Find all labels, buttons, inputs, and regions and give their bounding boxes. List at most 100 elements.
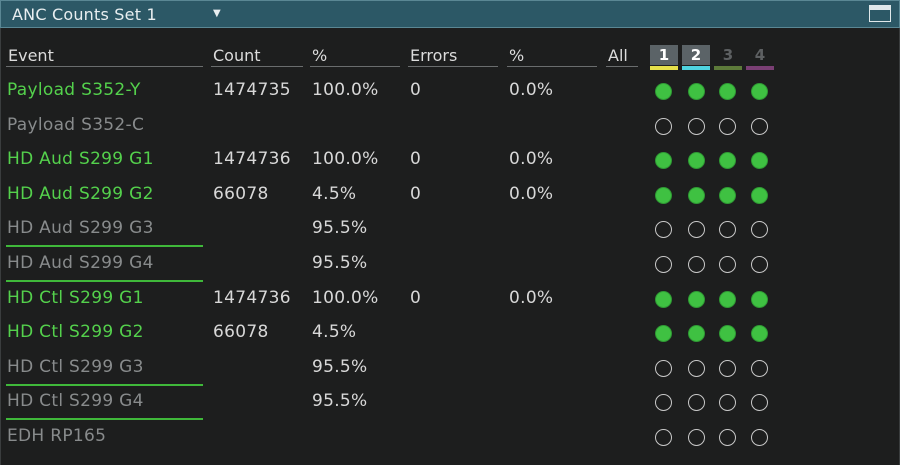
channel-4-status-icon (751, 83, 768, 100)
window-title: ANC Counts Set 1 (12, 5, 157, 24)
channel-4-status-icon (751, 186, 768, 204)
channel-1-status-icon (655, 394, 672, 412)
channel-1-status-icon (655, 152, 672, 170)
count-percent: 95.5% (312, 253, 368, 273)
errors-percent: 0.0% (509, 287, 554, 308)
count-percent: 95.5% (312, 356, 368, 377)
count-percent: 95.5% (312, 218, 368, 239)
channel-1-status-icon (655, 221, 672, 239)
channel-1-toggle[interactable]: 1 (650, 45, 678, 65)
count-value: 1474736 (213, 287, 291, 308)
table-row[interactable]: HD Aud S299 G4 95.5% (0, 253, 900, 287)
table-row[interactable]: EDH RP165 (0, 426, 900, 460)
channel-4-toggle[interactable]: 4 (746, 45, 774, 65)
table-row[interactable]: HD Aud S299 G1 1474736 100.0% 0 0.0% (0, 149, 900, 183)
channel-1-color-bar (650, 66, 678, 70)
maximize-icon[interactable] (869, 5, 891, 22)
count-percent: 4.5% (312, 183, 357, 204)
channel-1-status-icon (655, 359, 672, 377)
event-underline (6, 383, 203, 386)
table-row[interactable]: HD Aud S299 G2 66078 4.5% 0 0.0% (0, 184, 900, 218)
count-value: 66078 (213, 183, 269, 204)
table-row[interactable]: HD Ctl S299 G2 66078 4.5% (0, 322, 900, 356)
event-underline (6, 280, 203, 282)
channel-2-status-icon (688, 290, 705, 308)
channel-4-status-icon (751, 290, 768, 308)
event-underline (6, 418, 203, 421)
event-name: HD Ctl S299 G1 (7, 287, 144, 308)
errors-value: 0 (410, 287, 422, 308)
channel-1-status-icon (655, 83, 672, 100)
channel-2-status-icon (688, 325, 705, 343)
table-row[interactable]: HD Aud S299 G3 95.5% (0, 218, 900, 252)
channel-1-status-icon (655, 290, 672, 308)
event-name: EDH RP165 (7, 426, 107, 446)
channel-3-status-icon (719, 186, 736, 204)
channel-3-toggle[interactable]: 3 (714, 45, 742, 65)
channel-4-status-icon (751, 359, 768, 377)
event-name: HD Aud S299 G4 (7, 253, 154, 273)
channel-3-status-icon (719, 429, 736, 446)
table-row[interactable]: Payload S352-Y 1474735 100.0% 0 0.0% (0, 80, 900, 114)
header-percent-line (310, 66, 400, 67)
errors-value: 0 (410, 183, 422, 204)
channel-3-status-icon (719, 290, 736, 308)
table-row[interactable]: HD Ctl S299 G1 1474736 100.0% 0 0.0% (0, 288, 900, 322)
channel-2-toggle[interactable]: 2 (682, 45, 710, 65)
channel-2-status-icon (688, 359, 705, 377)
table-row[interactable]: HD Ctl S299 G3 95.5% (0, 357, 900, 391)
event-name: HD Aud S299 G1 (7, 149, 154, 170)
header-all[interactable]: All (608, 46, 628, 65)
header-count: Count (213, 46, 261, 65)
channel-2-status-icon (688, 186, 705, 204)
channel-3-status-icon (719, 394, 736, 412)
header-all-line (606, 66, 638, 67)
title-dropdown-icon[interactable]: ▼ (213, 8, 221, 19)
count-percent: 100.0% (312, 287, 379, 308)
table-row[interactable]: HD Ctl S299 G4 95.5% (0, 391, 900, 425)
header-errors-line (408, 66, 498, 67)
channel-4-status-icon (751, 325, 768, 343)
header-error-percent: % (509, 46, 525, 65)
count-value: 66078 (213, 322, 269, 343)
channel-2-status-icon (688, 83, 705, 100)
event-name: HD Ctl S299 G4 (7, 391, 144, 412)
count-value: 1474735 (213, 80, 291, 100)
table-row[interactable]: Payload S352-C (0, 115, 900, 149)
channel-2-color-bar (682, 66, 710, 70)
event-name: HD Aud S299 G3 (7, 218, 154, 239)
errors-percent: 0.0% (509, 80, 554, 100)
errors-value: 0 (410, 80, 422, 100)
channel-2-status-icon (688, 117, 705, 135)
channel-4-status-icon (751, 152, 768, 170)
header-percent: % (312, 46, 328, 65)
channel-2-status-icon (688, 429, 705, 446)
event-name: Payload S352-C (7, 114, 145, 135)
channel-4-status-icon (751, 117, 768, 135)
channel-2-status-icon (688, 221, 705, 239)
event-name: Payload S352-Y (7, 80, 141, 100)
event-name: HD Aud S299 G2 (7, 183, 154, 204)
errors-percent: 0.0% (509, 183, 554, 204)
channel-2-status-icon (688, 256, 705, 273)
errors-value: 0 (410, 149, 422, 170)
channel-2-status-icon (688, 394, 705, 412)
count-percent: 95.5% (312, 391, 368, 412)
event-name: HD Ctl S299 G3 (7, 356, 144, 377)
channel-2-status-icon (688, 152, 705, 170)
channel-4-color-bar (746, 66, 774, 70)
title-bar: ANC Counts Set 1 ▼ (0, 0, 900, 28)
channel-4-status-icon (751, 429, 768, 446)
channel-3-status-icon (719, 256, 736, 273)
channel-1-status-icon (655, 117, 672, 135)
channel-1-status-icon (655, 256, 672, 273)
channel-3-status-icon (719, 359, 736, 377)
event-underline (6, 245, 203, 248)
header-error-percent-line (507, 66, 597, 67)
count-percent: 100.0% (312, 149, 379, 170)
channel-3-status-icon (719, 221, 736, 239)
channel-3-status-icon (719, 325, 736, 343)
event-name: HD Ctl S299 G2 (7, 322, 144, 343)
header-count-line (211, 66, 303, 67)
channel-1-status-icon (655, 186, 672, 204)
